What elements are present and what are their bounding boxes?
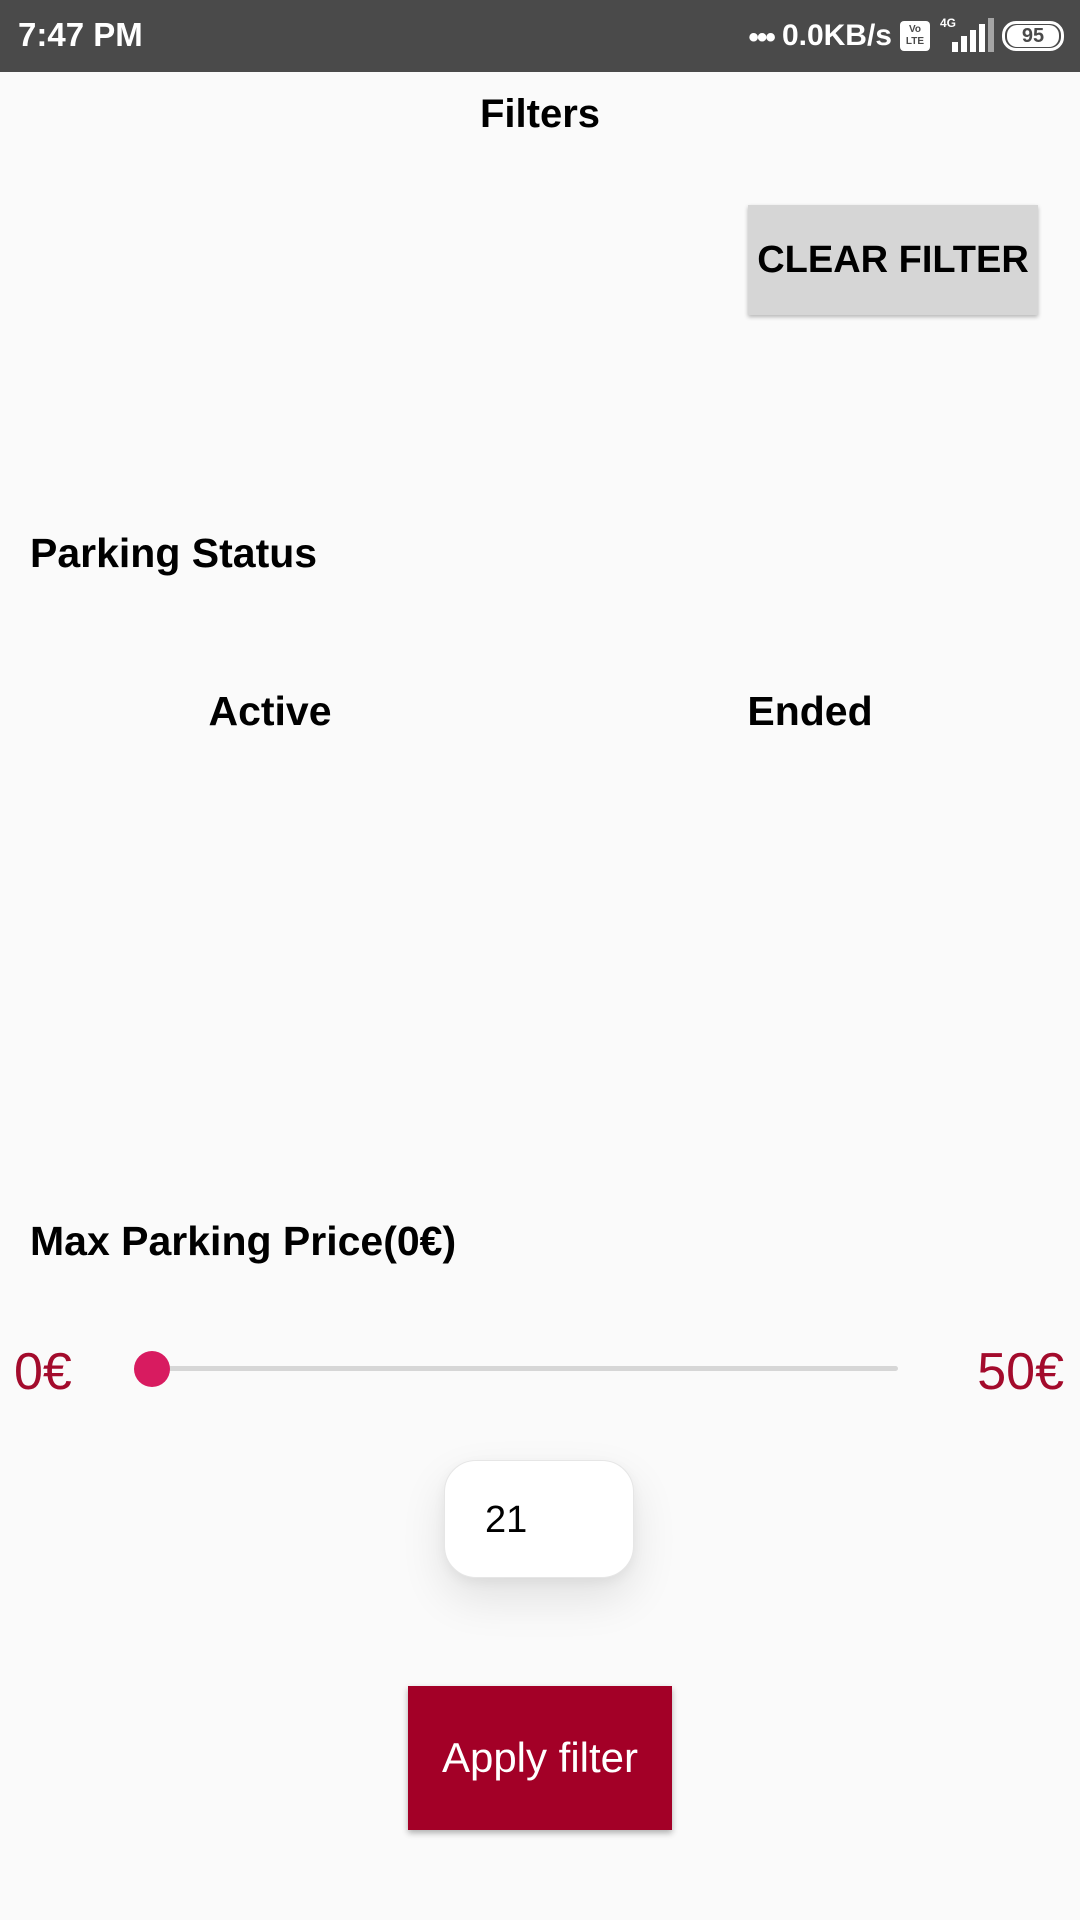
network-speed: 0.0KB/s	[781, 19, 892, 52]
status-time: 7:47 PM	[18, 16, 143, 53]
price-min-label: 0€	[14, 1343, 72, 1401]
signal-icon: 4G	[938, 16, 994, 56]
slider-thumb[interactable]	[134, 1351, 170, 1387]
volte-bottom-text: LTE	[905, 36, 925, 47]
battery-icon: 95	[1002, 21, 1064, 51]
notification-dots: •••	[748, 21, 775, 54]
status-indicators: ••• 0.0KB/s Vo LTE 4G 95	[748, 14, 1064, 58]
parking-status-label: Parking Status	[30, 530, 318, 576]
price-value-tooltip: 21	[444, 1460, 634, 1578]
status-option-active[interactable]: Active	[120, 688, 420, 735]
status-option-ended[interactable]: Ended	[660, 688, 960, 735]
price-max-label: 50€	[977, 1343, 1064, 1401]
clear-filter-button[interactable]: CLEAR FILTER	[748, 205, 1038, 315]
filters-screen: 7:47 PM ••• 0.0KB/s Vo LTE 4G 95 Filters…	[0, 0, 1080, 1920]
slider-track[interactable]	[152, 1366, 898, 1371]
volte-icon: Vo LTE	[900, 21, 930, 51]
volte-top-text: Vo	[908, 24, 922, 35]
status-bar: 7:47 PM ••• 0.0KB/s Vo LTE 4G 95	[0, 0, 1080, 72]
page-title: Filters	[479, 92, 601, 136]
battery-level: 95	[1007, 25, 1059, 47]
signal-bars	[952, 18, 994, 52]
max-price-label: Max Parking Price(0€)	[30, 1218, 457, 1264]
apply-filter-button[interactable]: Apply filter	[408, 1686, 672, 1830]
price-slider[interactable]	[134, 1351, 898, 1387]
price-value-text: 21	[485, 1499, 528, 1541]
